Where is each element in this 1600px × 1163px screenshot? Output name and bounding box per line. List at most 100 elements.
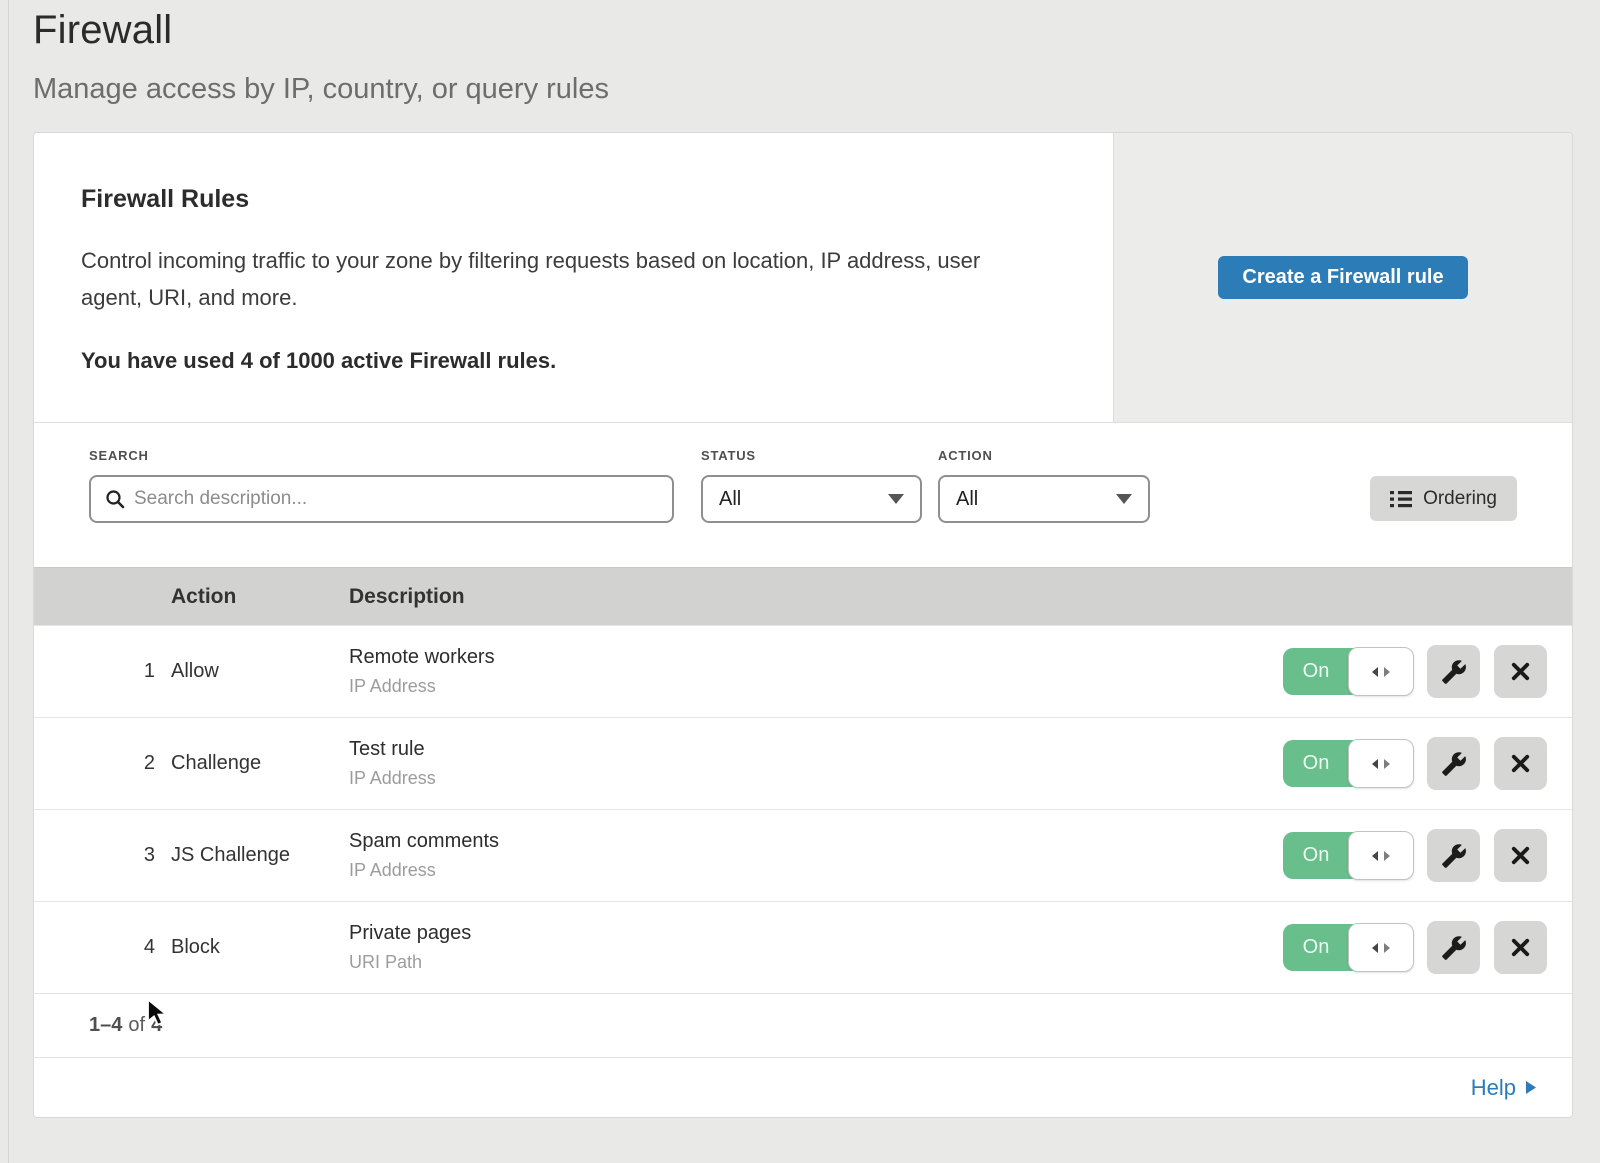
rule-description-cell: Remote workers IP Address bbox=[349, 646, 1272, 697]
rule-controls: On bbox=[1272, 737, 1572, 790]
rule-action: Allow bbox=[171, 660, 349, 683]
toggle-on-label: On bbox=[1283, 832, 1349, 879]
rule-action: JS Challenge bbox=[171, 844, 349, 867]
action-filter-group: ACTION All bbox=[922, 448, 1150, 523]
rule-controls: On bbox=[1272, 645, 1572, 698]
chevron-down-icon bbox=[888, 494, 904, 504]
toggle-arrows-icon bbox=[1369, 942, 1393, 954]
wrench-icon bbox=[1441, 935, 1467, 961]
action-select[interactable]: All bbox=[938, 475, 1150, 523]
rule-action: Challenge bbox=[171, 752, 349, 775]
wrench-icon bbox=[1441, 751, 1467, 777]
search-input[interactable] bbox=[134, 488, 658, 510]
rule-enabled-toggle[interactable]: On bbox=[1283, 648, 1413, 695]
usage-summary: You have used 4 of 1000 active Firewall … bbox=[81, 348, 1053, 374]
rule-enabled-toggle[interactable]: On bbox=[1283, 740, 1413, 787]
ordering-label: Ordering bbox=[1423, 488, 1497, 510]
help-row: Help bbox=[34, 1057, 1572, 1117]
rule-enabled-toggle[interactable]: On bbox=[1283, 832, 1413, 879]
toggle-arrows-icon bbox=[1369, 666, 1393, 678]
card-intro-section: Firewall Rules Control incoming traffic … bbox=[34, 133, 1572, 423]
pagination-range: 1–4 bbox=[89, 1014, 122, 1037]
pagination-of-label: of bbox=[128, 1014, 145, 1037]
edit-rule-button[interactable] bbox=[1427, 645, 1480, 698]
rule-match-type: IP Address bbox=[349, 676, 1272, 697]
rule-controls: On bbox=[1272, 829, 1572, 882]
rule-description-cell: Test rule IP Address bbox=[349, 738, 1272, 789]
edit-rule-button[interactable] bbox=[1427, 921, 1480, 974]
create-firewall-rule-button[interactable]: Create a Firewall rule bbox=[1218, 256, 1467, 299]
close-icon bbox=[1509, 660, 1532, 683]
toggle-on-label: On bbox=[1283, 924, 1349, 971]
search-label: SEARCH bbox=[89, 448, 674, 463]
search-icon bbox=[105, 489, 125, 509]
pagination-total: 4 bbox=[151, 1014, 162, 1037]
help-arrow-icon bbox=[1525, 1080, 1537, 1095]
table-row: 2 Challenge Test rule IP Address On bbox=[34, 717, 1572, 809]
action-selected-value: All bbox=[956, 488, 978, 511]
rule-description-cell: Private pages URI Path bbox=[349, 922, 1272, 973]
delete-rule-button[interactable] bbox=[1494, 737, 1547, 790]
table-row: 3 JS Challenge Spam comments IP Address … bbox=[34, 809, 1572, 901]
filters-bar: SEARCH STATUS All ACTION All bbox=[34, 423, 1572, 567]
search-filter-group: SEARCH bbox=[89, 448, 674, 523]
cta-panel: Create a Firewall rule bbox=[1113, 133, 1572, 422]
status-label: STATUS bbox=[701, 448, 922, 463]
toggle-knob[interactable] bbox=[1348, 647, 1414, 696]
intro-text-block: Firewall Rules Control incoming traffic … bbox=[34, 133, 1113, 422]
close-icon bbox=[1509, 936, 1532, 959]
intro-description: Control incoming traffic to your zone by… bbox=[81, 242, 981, 316]
status-select[interactable]: All bbox=[701, 475, 922, 523]
delete-rule-button[interactable] bbox=[1494, 645, 1547, 698]
close-icon bbox=[1509, 752, 1532, 775]
table-header: Action Description bbox=[34, 567, 1572, 625]
status-filter-group: STATUS All bbox=[674, 448, 922, 523]
rule-priority: 3 bbox=[34, 844, 171, 867]
page-subtitle: Manage access by IP, country, or query r… bbox=[33, 73, 1600, 106]
toggle-arrows-icon bbox=[1369, 758, 1393, 770]
pagination-summary: 1–4 of 4 bbox=[34, 993, 1572, 1057]
ordering-button[interactable]: Ordering bbox=[1370, 476, 1517, 521]
rule-priority: 1 bbox=[34, 660, 171, 683]
rule-controls: On bbox=[1272, 921, 1572, 974]
toggle-knob[interactable] bbox=[1348, 739, 1414, 788]
edit-rule-button[interactable] bbox=[1427, 737, 1480, 790]
rule-description: Test rule bbox=[349, 738, 1272, 761]
rule-match-type: IP Address bbox=[349, 768, 1272, 789]
toggle-on-label: On bbox=[1283, 740, 1349, 787]
intro-heading: Firewall Rules bbox=[81, 185, 1053, 214]
help-label: Help bbox=[1471, 1075, 1516, 1101]
close-icon bbox=[1509, 844, 1532, 867]
help-link[interactable]: Help bbox=[1471, 1075, 1537, 1101]
rule-match-type: URI Path bbox=[349, 952, 1272, 973]
rule-action: Block bbox=[171, 936, 349, 959]
delete-rule-button[interactable] bbox=[1494, 921, 1547, 974]
column-header-action: Action bbox=[171, 585, 349, 609]
page-header: Firewall Manage access by IP, country, o… bbox=[0, 0, 1600, 106]
rules-table: Action Description 1 Allow Remote worker… bbox=[34, 567, 1572, 993]
table-row: 4 Block Private pages URI Path On bbox=[34, 901, 1572, 993]
column-header-description: Description bbox=[349, 585, 1272, 609]
rule-description-cell: Spam comments IP Address bbox=[349, 830, 1272, 881]
ordering-list-icon bbox=[1390, 489, 1412, 509]
rule-description: Spam comments bbox=[349, 830, 1272, 853]
toggle-on-label: On bbox=[1283, 648, 1349, 695]
toggle-arrows-icon bbox=[1369, 850, 1393, 862]
search-field bbox=[89, 475, 674, 523]
delete-rule-button[interactable] bbox=[1494, 829, 1547, 882]
chevron-down-icon bbox=[1116, 494, 1132, 504]
rule-enabled-toggle[interactable]: On bbox=[1283, 924, 1413, 971]
firewall-rules-card: Firewall Rules Control incoming traffic … bbox=[33, 132, 1573, 1118]
edit-rule-button[interactable] bbox=[1427, 829, 1480, 882]
table-row: 1 Allow Remote workers IP Address On bbox=[34, 625, 1572, 717]
action-label: ACTION bbox=[938, 448, 1150, 463]
page-title: Firewall bbox=[33, 8, 1600, 53]
rule-description: Private pages bbox=[349, 922, 1272, 945]
status-selected-value: All bbox=[719, 488, 741, 511]
wrench-icon bbox=[1441, 843, 1467, 869]
rule-priority: 2 bbox=[34, 752, 171, 775]
rule-description: Remote workers bbox=[349, 646, 1272, 669]
toggle-knob[interactable] bbox=[1348, 923, 1414, 972]
rule-match-type: IP Address bbox=[349, 860, 1272, 881]
toggle-knob[interactable] bbox=[1348, 831, 1414, 880]
